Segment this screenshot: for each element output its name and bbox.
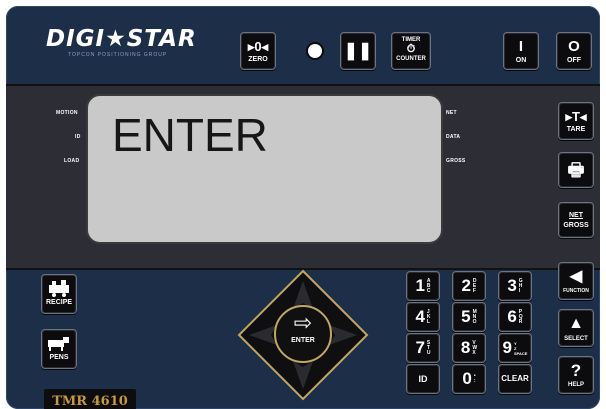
arrow-up-icon: ▲ [568, 315, 584, 332]
id-button[interactable]: ID [406, 364, 440, 394]
key-7-letters: S T U [426, 339, 431, 356]
on-label: ON [515, 57, 527, 64]
key-4[interactable]: 4J K L [406, 302, 440, 332]
key-0-digit: 0 [462, 369, 472, 388]
net-label: NET [569, 212, 583, 219]
key-8-letters: V W X [472, 339, 478, 356]
key-4-digit: 4 [415, 307, 425, 326]
key-8[interactable]: 8V W X [452, 333, 486, 363]
off-label: OFF [567, 57, 581, 64]
id-label: ID [418, 373, 428, 384]
tare-button[interactable]: ▸T◂ TARE [558, 102, 594, 140]
enter-arrow-icon: ⇨ [293, 310, 313, 335]
pens-button[interactable]: PENS [41, 329, 77, 369]
print-button[interactable]: 🖶 [558, 152, 594, 188]
question-icon: ? [570, 361, 582, 380]
status-led [308, 44, 322, 58]
tare-label: TARE [566, 126, 586, 133]
key-4-letters: J K L [426, 308, 431, 325]
gross-indicator-label: GROSS [446, 158, 466, 164]
help-button[interactable]: ? HELP [558, 356, 594, 394]
select-label: SELECT [564, 336, 588, 342]
key-3[interactable]: 3G H I [498, 271, 532, 301]
key-3-letters: G H I [518, 277, 523, 294]
motion-indicator-label: MOTION [56, 110, 78, 116]
power-on-icon: I [518, 38, 524, 55]
printer-icon: 🖶 [567, 160, 585, 180]
function-label: FUNCTION [563, 288, 589, 294]
key-1[interactable]: 1A B C [406, 271, 440, 301]
function-button[interactable]: ◀ FUNCTION [558, 262, 594, 300]
counter-label: COUNTER [396, 56, 426, 62]
enter-button[interactable]: ⇨ ENTER [274, 305, 332, 363]
recipe-button[interactable]: RECIPE [41, 274, 77, 314]
key-2-digit: 2 [461, 276, 471, 295]
key-2-letters: D E F [472, 277, 477, 294]
key-0[interactable]: 0 • : [452, 364, 486, 394]
off-button[interactable]: O OFF [556, 32, 592, 70]
brand-logo: DIGI★STAR [46, 26, 197, 52]
on-button[interactable]: I ON [503, 32, 539, 70]
net-indicator-label: NET [446, 110, 457, 116]
key-7-digit: 7 [415, 338, 425, 357]
key-5[interactable]: 5M N O [452, 302, 486, 332]
key-2[interactable]: 2D E F [452, 271, 486, 301]
key-6-digit: 6 [507, 307, 517, 326]
key-6[interactable]: 6P Q R [498, 302, 532, 332]
clear-button[interactable]: CLEAR [498, 364, 532, 394]
key-0-symbols: • : [473, 373, 476, 384]
data-indicator-label: DATA [446, 134, 461, 140]
key-1-letters: A B C [426, 277, 431, 294]
hold-button[interactable]: ❚❚ [340, 32, 376, 70]
pens-label: PENS [49, 354, 69, 361]
clear-label: CLEAR [501, 374, 529, 383]
recipe-label: RECIPE [45, 299, 73, 306]
zero-icon: ▸0◂ [247, 39, 269, 54]
gross-label: GROSS [563, 222, 589, 229]
key-1-digit: 1 [415, 276, 425, 295]
load-indicator-label: LOAD [64, 158, 80, 164]
key-8-digit: 8 [460, 338, 471, 357]
stopwatch-icon: ⏱ [406, 43, 416, 55]
key-5-letters: M N O [472, 308, 477, 325]
lcd-display: ENTER [86, 94, 443, 244]
display-text: ENTER [112, 109, 268, 161]
key-6-letters: P Q R [518, 308, 523, 325]
key-9-digit: 9 [502, 338, 512, 357]
scale-indicator-panel: DIGI★STAR TOPCON POSITIONING GROUP ▸0◂ Z… [6, 6, 600, 409]
power-off-icon: O [568, 38, 580, 55]
arrow-left-icon: ◀ [569, 268, 583, 285]
net-gross-button[interactable]: NET GROSS [558, 202, 594, 238]
model-badge: TMR 4610 [44, 389, 136, 409]
key-9-letters: Y Z SPACE [513, 340, 528, 356]
select-button[interactable]: ▲ SELECT [558, 309, 594, 347]
brand-tagline: TOPCON POSITIONING GROUP [68, 52, 168, 58]
cattle-icon [48, 337, 69, 351]
zero-label: ZERO [248, 56, 268, 63]
pause-icon: ❚❚ [343, 41, 373, 60]
id-indicator-label: ID [75, 134, 81, 140]
zero-button[interactable]: ▸0◂ ZERO [240, 32, 276, 70]
help-label: HELP [567, 382, 584, 388]
key-3-digit: 3 [507, 276, 517, 295]
mixer-icon [49, 280, 69, 297]
enter-label: ENTER [291, 337, 315, 344]
key-5-digit: 5 [461, 307, 471, 326]
key-7[interactable]: 7S T U [406, 333, 440, 363]
key-9[interactable]: 9Y Z SPACE [498, 333, 532, 363]
timer-counter-button[interactable]: TIMER ⏱ COUNTER [391, 32, 431, 70]
tare-icon: ▸T◂ [565, 109, 587, 124]
